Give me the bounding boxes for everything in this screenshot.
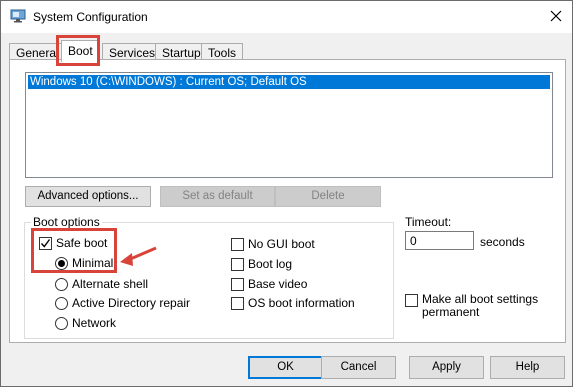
alternate-shell-radio[interactable]: Alternate shell xyxy=(55,277,148,291)
close-icon xyxy=(550,10,562,25)
system-configuration-window: System Configuration General Boot Servic… xyxy=(0,0,573,387)
network-label: Network xyxy=(72,316,117,330)
safe-boot-label: Safe boot xyxy=(56,236,108,250)
monitor-icon xyxy=(10,9,26,23)
os-list-item[interactable]: Windows 10 (C:\WINDOWS) : Current OS; De… xyxy=(28,75,550,89)
title-bar: System Configuration xyxy=(1,1,572,33)
radio-icon xyxy=(55,277,68,291)
os-boot-information-label: OS boot information xyxy=(248,296,355,310)
os-list[interactable]: Windows 10 (C:\WINDOWS) : Current OS; De… xyxy=(25,72,553,178)
checkbox-icon xyxy=(231,277,244,291)
ok-button[interactable]: OK xyxy=(248,356,323,379)
tab-boot[interactable]: Boot xyxy=(61,40,100,62)
set-as-default-button[interactable]: Set as default xyxy=(160,186,275,207)
help-button[interactable]: Help xyxy=(490,356,565,379)
close-button[interactable] xyxy=(546,7,566,27)
base-video-checkbox[interactable]: Base video xyxy=(231,277,307,291)
checkbox-icon xyxy=(231,296,244,310)
timeout-input[interactable] xyxy=(405,231,474,250)
make-permanent-label-line1: Make all boot settings xyxy=(422,292,539,306)
active-directory-repair-radio[interactable]: Active Directory repair xyxy=(55,296,190,310)
no-gui-boot-checkbox[interactable]: No GUI boot xyxy=(231,237,315,251)
make-permanent-label: Make all boot settings permanent xyxy=(422,293,538,319)
boot-log-label: Boot log xyxy=(248,257,293,271)
window-title: System Configuration xyxy=(33,10,148,24)
radio-icon xyxy=(55,296,68,310)
minimal-label: Minimal xyxy=(72,256,114,270)
timeout-label: Timeout: xyxy=(405,215,452,229)
boot-log-checkbox[interactable]: Boot log xyxy=(231,257,292,271)
check-icon xyxy=(39,236,52,250)
timeout-unit-label: seconds xyxy=(480,235,525,249)
safe-boot-checkbox[interactable]: Safe boot xyxy=(39,236,107,250)
make-permanent-checkbox[interactable]: Make all boot settings permanent xyxy=(405,293,538,319)
checkbox-icon xyxy=(405,294,418,307)
boot-options-legend: Boot options xyxy=(31,215,102,229)
alternate-shell-label: Alternate shell xyxy=(72,277,149,291)
tab-strip: General Boot Services Startup Tools xyxy=(9,40,569,62)
arrow-icon xyxy=(118,244,158,268)
make-permanent-label-line2: permanent xyxy=(422,305,480,319)
no-gui-boot-label: No GUI boot xyxy=(248,237,315,251)
cancel-button[interactable]: Cancel xyxy=(321,356,396,379)
delete-button[interactable]: Delete xyxy=(275,186,381,207)
apply-button[interactable]: Apply xyxy=(409,356,484,379)
base-video-label: Base video xyxy=(248,277,308,291)
network-radio[interactable]: Network xyxy=(55,316,116,330)
checkbox-icon xyxy=(231,257,244,271)
advanced-options-button[interactable]: Advanced options... xyxy=(25,186,151,207)
checkbox-icon xyxy=(231,237,244,251)
radio-icon xyxy=(55,316,68,330)
os-boot-information-checkbox[interactable]: OS boot information xyxy=(231,296,355,310)
active-directory-repair-label: Active Directory repair xyxy=(72,296,191,310)
minimal-radio[interactable]: Minimal xyxy=(55,256,113,270)
radio-selected-icon xyxy=(55,256,68,270)
